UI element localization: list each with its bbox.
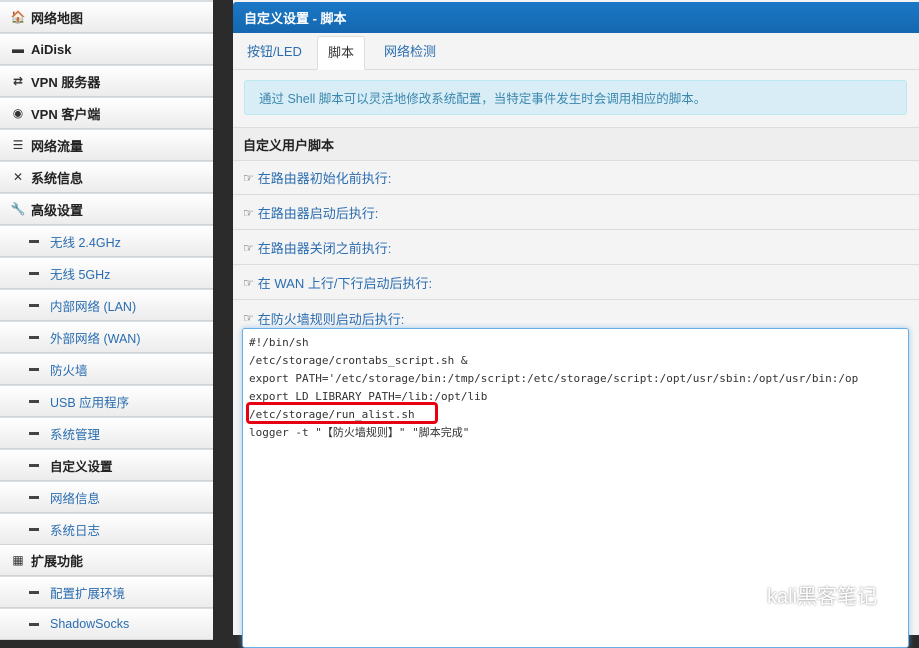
script-row-label[interactable]: 在路由器关闭之前执行: bbox=[258, 238, 392, 257]
sidebar-item-traffic[interactable]: ☰ 网络流量 bbox=[0, 130, 213, 161]
sidebar-item-label: 外部网络 (WAN) bbox=[50, 331, 141, 346]
hand-right-icon: ☞ bbox=[243, 205, 254, 220]
sidebar-item-label: 网络地图 bbox=[31, 10, 84, 26]
sidebar-item-extensions[interactable]: ▦ 扩展功能 bbox=[0, 545, 213, 576]
hand-right-icon: ☞ bbox=[243, 240, 254, 255]
highlight-annotation-box bbox=[246, 402, 438, 424]
sidebar-subitem-lan[interactable]: 内部网络 (LAN) bbox=[0, 290, 213, 321]
sidebar-subitem-customization[interactable]: 自定义设置 bbox=[0, 450, 213, 481]
sidebar-item-advanced[interactable]: 🔧 高级设置 bbox=[0, 194, 213, 225]
code-line: #!/bin/sh bbox=[249, 336, 309, 349]
wrench-icon: 🔧 bbox=[10, 202, 26, 216]
sidebar-item-label: 网络信息 bbox=[50, 491, 101, 506]
dash-icon bbox=[29, 431, 39, 435]
dash-icon bbox=[29, 527, 39, 531]
sidebar-item-label: VPN 客户端 bbox=[31, 106, 101, 122]
sidebar-subitem-ext-env[interactable]: 配置扩展环境 bbox=[0, 577, 213, 608]
random-icon: ✕ bbox=[12, 170, 24, 184]
hand-right-icon: ☞ bbox=[243, 170, 254, 185]
sidebar-item-label: 高级设置 bbox=[31, 202, 84, 218]
sidebar-subitem-admin[interactable]: 系统管理 bbox=[0, 418, 213, 449]
sidebar-item-label: 系统日志 bbox=[50, 523, 101, 538]
info-alert: 通过 Shell 脚本可以灵活地修改系统配置，当特定事件发生时会调用相应的脚本。 bbox=[244, 80, 907, 115]
dash-icon bbox=[29, 367, 39, 371]
sidebar-item-label: VPN 服务器 bbox=[31, 74, 101, 90]
sidebar-item-label: 配置扩展环境 bbox=[50, 586, 126, 601]
script-row-pre-shutdown[interactable]: ☞ 在路由器关闭之前执行: bbox=[233, 231, 919, 265]
tab-network-check[interactable]: 网络检测 bbox=[374, 36, 446, 68]
dash-icon bbox=[29, 335, 39, 339]
globe-icon: ◉ bbox=[12, 106, 24, 120]
sidebar-subitem-firewall[interactable]: 防火墙 bbox=[0, 354, 213, 385]
sidebar-item-label: AiDisk bbox=[31, 41, 72, 57]
script-row-label[interactable]: 在路由器初始化前执行: bbox=[258, 168, 392, 187]
retweet-icon: ⇄ bbox=[12, 74, 24, 88]
sidebar-subitem-network-info[interactable]: 网络信息 bbox=[0, 482, 213, 513]
dash-icon bbox=[29, 399, 39, 403]
script-row-wan-event[interactable]: ☞ 在 WAN 上行/下行启动后执行: bbox=[233, 266, 919, 300]
hdd-icon: ▬ bbox=[12, 42, 24, 56]
sidebar-subitem-wireless-5[interactable]: 无线 5GHz bbox=[0, 258, 213, 289]
sidebar-item-label: 自定义设置 bbox=[50, 459, 113, 474]
sidebar-subitem-syslog[interactable]: 系统日志 bbox=[0, 514, 213, 545]
sidebar-item-network-map[interactable]: 🏠 网络地图 bbox=[0, 2, 213, 33]
sidebar-item-label: 无线 2.4GHz bbox=[50, 235, 121, 250]
sidebar-subitem-shadowsocks[interactable]: ShadowSocks bbox=[0, 609, 213, 640]
sidebar-subitem-usb[interactable]: USB 应用程序 bbox=[0, 386, 213, 417]
code-line: logger -t "【防火墙规则】" "脚本完成" bbox=[249, 426, 470, 439]
script-row-label[interactable]: 在防火墙规则启动后执行: bbox=[258, 309, 405, 328]
section-title: 自定义用户脚本 bbox=[233, 127, 919, 161]
dash-icon bbox=[29, 271, 39, 275]
th-icon: ▦ bbox=[12, 553, 24, 567]
tab-bar: 按钮/LED 脚本 网络检测 bbox=[233, 34, 919, 70]
tab-scripts[interactable]: 脚本 bbox=[317, 36, 366, 70]
sidebar-item-label: 扩展功能 bbox=[31, 553, 84, 569]
tasks-icon: ☰ bbox=[12, 138, 24, 152]
tab-buttons-led[interactable]: 按钮/LED bbox=[237, 36, 312, 68]
dash-icon bbox=[29, 463, 39, 467]
sidebar-subitem-wan[interactable]: 外部网络 (WAN) bbox=[0, 322, 213, 353]
sidebar-item-label: 无线 5GHz bbox=[50, 267, 111, 282]
dash-icon bbox=[29, 239, 39, 243]
watermark-text: kali黑客笔记 bbox=[767, 586, 878, 608]
script-row-pre-init[interactable]: ☞ 在路由器初始化前执行: bbox=[233, 161, 919, 195]
code-line: export PATH='/etc/storage/bin:/tmp/scrip… bbox=[249, 372, 859, 385]
hand-right-icon: ☞ bbox=[243, 275, 254, 290]
dash-icon bbox=[29, 622, 39, 626]
code-line: /etc/storage/crontabs_script.sh & bbox=[249, 354, 468, 367]
sidebar-item-aidisk[interactable]: ▬ AiDisk bbox=[0, 34, 213, 65]
script-row-label[interactable]: 在 WAN 上行/下行启动后执行: bbox=[258, 273, 432, 292]
page-title: 自定义设置 - 脚本 bbox=[233, 2, 919, 33]
sidebar: 🏠 网络地图 ▬ AiDisk ⇄ VPN 服务器 ◉ VPN 客户端 ☰ 网络… bbox=[0, 0, 213, 640]
sidebar-item-label: 系统信息 bbox=[31, 170, 84, 186]
sidebar-item-label: USB 应用程序 bbox=[50, 395, 130, 410]
sidebar-item-label: 内部网络 (LAN) bbox=[50, 299, 137, 314]
sidebar-item-label: ShadowSocks bbox=[50, 617, 130, 631]
script-row-label[interactable]: 在路由器启动后执行: bbox=[258, 203, 379, 222]
hand-right-icon: ☞ bbox=[243, 311, 254, 325]
sidebar-item-vpn-client[interactable]: ◉ VPN 客户端 bbox=[0, 98, 213, 129]
sidebar-item-system-info[interactable]: ✕ 系统信息 bbox=[0, 162, 213, 193]
home-icon: 🏠 bbox=[10, 10, 26, 24]
wechat-icon bbox=[733, 583, 760, 605]
main-panel: 自定义设置 - 脚本 按钮/LED 脚本 网络检测 通过 Shell 脚本可以灵… bbox=[233, 0, 919, 648]
script-row-post-start[interactable]: ☞ 在路由器启动后执行: bbox=[233, 196, 919, 230]
dash-icon bbox=[29, 495, 39, 499]
sidebar-item-label: 防火墙 bbox=[50, 363, 88, 378]
sidebar-item-label: 系统管理 bbox=[50, 427, 101, 442]
dash-icon bbox=[29, 590, 39, 594]
sidebar-subitem-wireless-24[interactable]: 无线 2.4GHz bbox=[0, 226, 213, 257]
sidebar-item-vpn-server[interactable]: ⇄ VPN 服务器 bbox=[0, 66, 213, 97]
watermark: kali黑客笔记 bbox=[733, 580, 877, 609]
sidebar-item-label: 网络流量 bbox=[31, 138, 84, 154]
dash-icon bbox=[29, 303, 39, 307]
